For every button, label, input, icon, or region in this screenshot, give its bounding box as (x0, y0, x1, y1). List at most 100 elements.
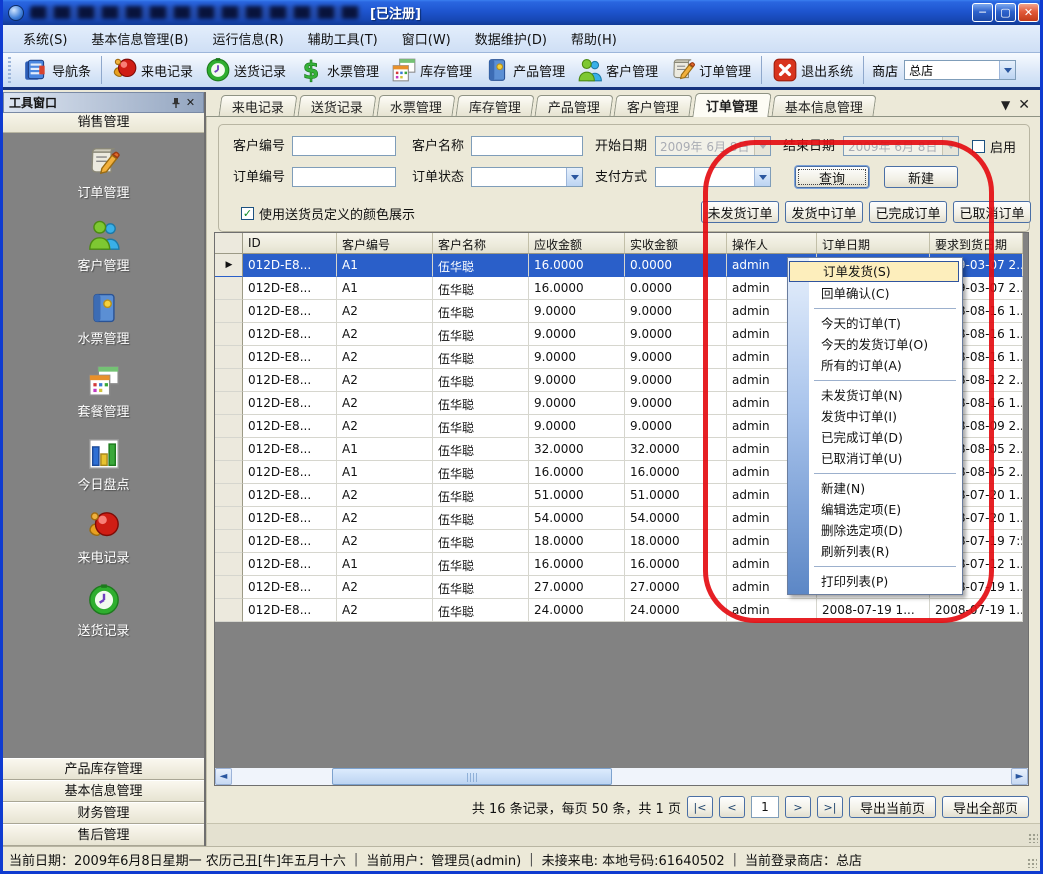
menubar-item-6[interactable]: 数据维护(D) (463, 25, 559, 52)
chevron-down-icon[interactable] (754, 168, 770, 186)
chevron-down-icon[interactable] (754, 137, 770, 155)
menubar-item-5[interactable]: 窗口(W) (390, 25, 463, 52)
horizontal-scrollbar[interactable]: ◄ ► (215, 768, 1028, 785)
toolbar-button-6[interactable]: 产品管理 (478, 55, 571, 85)
sidebar-item-7[interactable]: 送货记录 (3, 583, 204, 639)
customer-no-input[interactable] (292, 136, 396, 156)
sidebar-item-6[interactable]: 来电记录 (3, 510, 204, 566)
row-selector-cell[interactable] (215, 576, 243, 599)
menubar-item-2[interactable]: 基本信息管理(B) (79, 25, 200, 52)
context-menu-item-10[interactable]: 已完成订单(D) (788, 427, 960, 448)
tab-6[interactable]: 客户管理 (614, 95, 693, 116)
grid-column-header-4[interactable]: 应收金额 (529, 233, 625, 254)
checkbox-checked-icon[interactable]: ✓ (241, 207, 254, 220)
toolbar-button-5[interactable]: 库存管理 (385, 55, 478, 85)
new-button[interactable]: 新建 (884, 166, 958, 188)
context-menu-item-8[interactable]: 未发货订单(N) (788, 385, 960, 406)
maximize-button[interactable]: ▢ (995, 3, 1016, 22)
tab-close-icon[interactable]: ✕ (1018, 98, 1030, 112)
sidebar-item-5[interactable]: 今日盘点 (3, 437, 204, 493)
context-menu-item-2[interactable]: 回单确认(C) (788, 283, 960, 304)
context-menu-item-13[interactable]: 新建(N) (788, 478, 960, 499)
color-display-checkbox[interactable]: ✓ 使用送货员定义的颜色展示 (241, 204, 415, 223)
sidebar-group-bar-2[interactable]: 基本信息管理 (3, 780, 204, 802)
export-current-page-button[interactable]: 导出当前页 (849, 796, 936, 818)
grid-column-header-2[interactable]: 客户编号 (337, 233, 433, 254)
table-row[interactable]: 012D-E8...A2伍华聪24.000024.0000admin2008-0… (215, 599, 1023, 622)
scrollbar-thumb[interactable] (332, 768, 612, 785)
chevron-down-icon[interactable] (566, 168, 582, 186)
context-menu-item-15[interactable]: 删除选定项(D) (788, 520, 960, 541)
export-all-pages-button[interactable]: 导出全部页 (942, 796, 1029, 818)
tab-2[interactable]: 送货记录 (298, 95, 377, 116)
sidebar-item-4[interactable]: 套餐管理 (3, 364, 204, 420)
row-selector-cell[interactable] (215, 277, 243, 300)
page-number-input[interactable]: 1 (751, 796, 779, 818)
row-selector-cell[interactable] (215, 461, 243, 484)
toolbar-button-4[interactable]: $水票管理 (292, 55, 385, 85)
toolbar-button-7[interactable]: 客户管理 (571, 55, 664, 85)
chevron-down-icon[interactable] (942, 137, 958, 155)
scrollbar-track[interactable] (232, 768, 1011, 785)
grid-column-header-7[interactable]: 订单日期 (817, 233, 930, 254)
row-selector-cell[interactable]: ▶ (215, 254, 243, 277)
row-selector-cell[interactable] (215, 392, 243, 415)
order-no-input[interactable] (292, 167, 396, 187)
context-menu-item-14[interactable]: 编辑选定项(E) (788, 499, 960, 520)
context-menu-item-18[interactable]: 打印列表(P) (788, 571, 960, 592)
toolbar-grip[interactable] (6, 57, 14, 83)
status-filter-button-2[interactable]: 发货中订单 (785, 201, 863, 223)
menubar-item-1[interactable]: 系统(S) (11, 25, 79, 52)
pin-icon[interactable] (168, 96, 183, 110)
toolbar-button-8[interactable]: 订单管理 (664, 55, 757, 85)
query-button[interactable]: 查询 (795, 166, 869, 188)
toolbar-button-9[interactable]: 退出系统 (766, 55, 859, 85)
toolbar-button-3[interactable]: 送货记录 (199, 55, 292, 85)
grid-column-header-3[interactable]: 客户名称 (433, 233, 529, 254)
scroll-left-icon[interactable]: ◄ (215, 768, 232, 785)
menubar-item-4[interactable]: 辅助工具(T) (296, 25, 390, 52)
next-page-button[interactable]: > (785, 796, 811, 818)
status-filter-button-4[interactable]: 已取消订单 (953, 201, 1031, 223)
sidebar-item-1[interactable]: 订单管理 (3, 145, 204, 201)
status-filter-button-3[interactable]: 已完成订单 (869, 201, 947, 223)
order-status-select[interactable] (471, 167, 583, 187)
context-menu-item-9[interactable]: 发货中订单(I) (788, 406, 960, 427)
start-date-picker[interactable]: 2009年 6月 8日 (655, 136, 771, 156)
grid-column-header-1[interactable]: ID (243, 233, 337, 254)
status-filter-button-1[interactable]: 未发货订单 (701, 201, 779, 223)
pay-method-select[interactable] (655, 167, 771, 187)
context-menu-item-5[interactable]: 今天的发货订单(O) (788, 334, 960, 355)
grid-column-header-8[interactable]: 要求到货日期 (930, 233, 1023, 254)
checkbox-unchecked-icon[interactable] (972, 140, 985, 153)
tab-1[interactable]: 来电记录 (219, 95, 298, 116)
close-panel-icon[interactable]: ✕ (183, 96, 198, 110)
row-selector-cell[interactable] (215, 369, 243, 392)
tab-list-dropdown-icon[interactable]: ▼ (1001, 99, 1010, 111)
toolbar-button-1[interactable]: 导航条 (17, 55, 97, 85)
grid-column-header-5[interactable]: 实收金额 (625, 233, 727, 254)
shop-combobox[interactable]: 总店 (904, 60, 1016, 80)
tab-7[interactable]: 订单管理 (692, 93, 771, 117)
end-date-picker[interactable]: 2009年 6月 8日 (843, 136, 959, 156)
row-selector-cell[interactable] (215, 300, 243, 323)
context-menu-item-16[interactable]: 刷新列表(R) (788, 541, 960, 562)
row-selector-cell[interactable] (215, 507, 243, 530)
row-selector-cell[interactable] (215, 484, 243, 507)
sidebar-item-2[interactable]: 客户管理 (3, 218, 204, 274)
context-menu-item-6[interactable]: 所有的订单(A) (788, 355, 960, 376)
tab-3[interactable]: 水票管理 (377, 95, 456, 116)
first-page-button[interactable]: |< (687, 796, 713, 818)
scroll-right-icon[interactable]: ► (1011, 768, 1028, 785)
enable-date-checkbox[interactable]: 启用 (972, 137, 1016, 156)
chevron-down-icon[interactable] (999, 61, 1015, 79)
context-menu-item-4[interactable]: 今天的订单(T) (788, 313, 960, 334)
row-selector-cell[interactable] (215, 530, 243, 553)
context-menu-item-11[interactable]: 已取消订单(U) (788, 448, 960, 469)
row-selector-cell[interactable] (215, 599, 243, 622)
close-button[interactable]: ✕ (1018, 3, 1039, 22)
menubar-item-7[interactable]: 帮助(H) (559, 25, 629, 52)
last-page-button[interactable]: >| (817, 796, 843, 818)
minimize-button[interactable]: ─ (972, 3, 993, 22)
row-selector-cell[interactable] (215, 415, 243, 438)
